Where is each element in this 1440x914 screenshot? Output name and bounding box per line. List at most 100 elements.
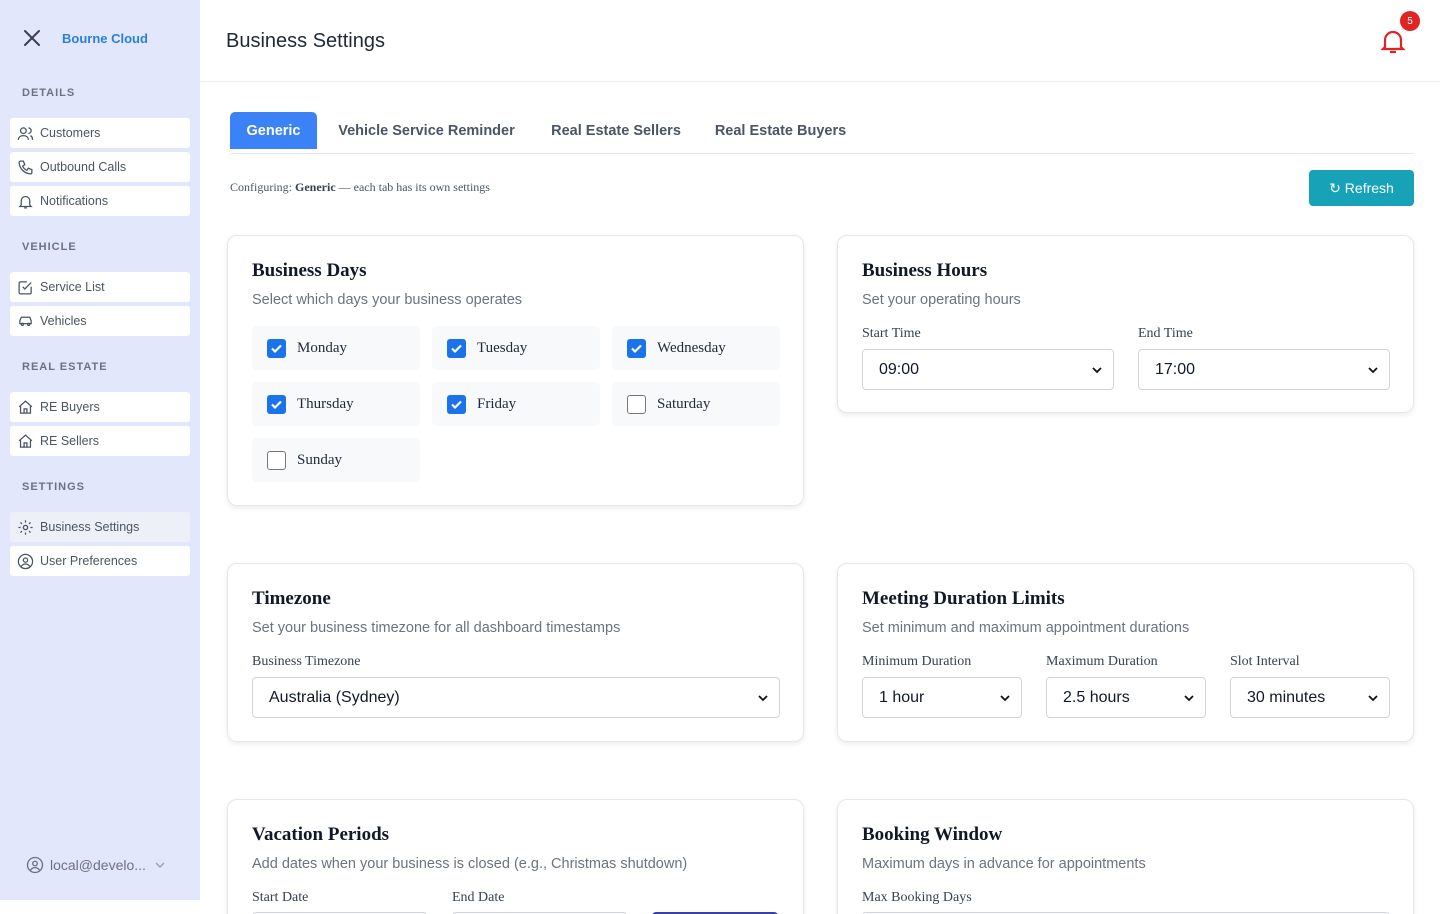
tab-real-estate-buyers[interactable]: Real Estate Buyers (713, 112, 848, 149)
business-days-card: Business Days Select which days your bus… (227, 235, 804, 506)
checkbox-unchecked[interactable] (627, 394, 646, 414)
checkbox-checked[interactable] (267, 338, 286, 358)
checkbox-checked[interactable] (627, 338, 646, 358)
sidebar-item-vehicles[interactable]: Vehicles (10, 306, 190, 336)
select-value: 30 minutes (1247, 688, 1326, 706)
sidebar-item-label: RE Buyers (40, 400, 100, 414)
day-sunday[interactable]: Sunday (252, 438, 420, 482)
select-value: 09:00 (879, 360, 920, 378)
card-subtitle: Add dates when your business is closed (… (252, 856, 688, 872)
day-saturday[interactable]: Saturday (612, 382, 780, 426)
sidebar-item-label: RE Sellers (40, 434, 100, 448)
chevron-down-icon (758, 695, 768, 702)
start-time-select[interactable]: 09:00 (862, 349, 1114, 390)
sidebar-item-label: Customers (40, 126, 101, 140)
slot-interval-select[interactable]: 30 minutes (1230, 677, 1390, 718)
chevron-down-icon (1368, 367, 1378, 374)
sidebar-item-label: Vehicles (40, 314, 87, 328)
select-value: 1 hour (879, 688, 925, 706)
day-tuesday[interactable]: Tuesday (432, 326, 600, 370)
notification-badge: 5 (1400, 11, 1420, 31)
booking-window-card: Booking Window Maximum days in advance f… (837, 799, 1414, 914)
card-subtitle: Set minimum and maximum appointment dura… (862, 620, 1190, 636)
section-vehicle: VEHICLE (22, 241, 77, 253)
sidebar-item-service-list[interactable]: Service List (10, 272, 190, 302)
select-value: 2.5 hours (1063, 688, 1130, 706)
card-title: Business Hours (862, 260, 988, 281)
user-circle-icon (17, 553, 34, 569)
sidebar-item-customers[interactable]: Customers (10, 118, 190, 148)
business-hours-card: Business Hours Set your operating hours … (837, 235, 1414, 413)
checkbox-checked[interactable] (447, 338, 466, 358)
timezone-label: Business Timezone (252, 654, 361, 669)
meeting-duration-card: Meeting Duration Limits Set minimum and … (837, 563, 1414, 742)
config-note: Configuring: Generic — each tab has its … (230, 180, 490, 195)
start-date-label: Start Date (252, 890, 309, 905)
day-friday[interactable]: Friday (432, 382, 600, 426)
tab-vehicle-service-reminder[interactable]: Vehicle Service Reminder (335, 112, 518, 149)
section-real-estate: REAL ESTATE (22, 361, 108, 373)
car-icon (19, 316, 32, 326)
end-date-label: End Date (452, 890, 505, 905)
tab-real-estate-sellers[interactable]: Real Estate Sellers (548, 112, 684, 149)
timezone-select[interactable]: Australia (Sydney) (252, 677, 780, 718)
max-duration-select[interactable]: 2.5 hours (1046, 677, 1206, 718)
chevron-down-icon (1184, 695, 1194, 702)
max-duration-label: Maximum Duration (1046, 654, 1158, 669)
slot-interval-label: Slot Interval (1230, 654, 1300, 669)
vacation-periods-card: Vacation Periods Add dates when your bus… (227, 799, 804, 914)
sidebar-item-business-settings[interactable]: Business Settings (10, 512, 190, 542)
close-icon[interactable] (22, 28, 42, 48)
timezone-card: Timezone Set your business timezone for … (227, 563, 804, 742)
page-title: Business Settings (226, 30, 385, 52)
end-time-select[interactable]: 17:00 (1138, 349, 1390, 390)
min-duration-select[interactable]: 1 hour (862, 677, 1022, 718)
bell-icon (18, 195, 33, 209)
sidebar-item-re-buyers[interactable]: RE Buyers (10, 392, 190, 422)
card-title: Business Days (252, 260, 367, 281)
sidebar-item-re-sellers[interactable]: RE Sellers (10, 426, 190, 456)
select-value: Australia (Sydney) (269, 688, 400, 706)
sidebar-item-label: User Preferences (40, 554, 138, 568)
sidebar-header: Bourne Cloud (22, 28, 148, 48)
chevron-down-icon (1000, 695, 1010, 702)
day-label: Friday (477, 395, 517, 412)
user-menu[interactable]: local@develo... (26, 856, 172, 874)
sidebar-item-user-preferences[interactable]: User Preferences (10, 546, 190, 576)
section-settings: SETTINGS (22, 481, 86, 493)
max-booking-days-label: Max Booking Days (862, 890, 972, 905)
config-prefix: Configuring: (230, 180, 292, 194)
checkbox-unchecked[interactable] (267, 450, 286, 470)
bell-icon[interactable] (1378, 26, 1408, 56)
start-time-label: Start Time (862, 326, 921, 341)
user-email: local@develo... (50, 857, 146, 873)
card-subtitle: Set your operating hours (862, 292, 1021, 308)
chevron-down-icon (155, 862, 165, 869)
user-circle-icon (26, 856, 44, 874)
sidebar-item-outbound-calls[interactable]: Outbound Calls (10, 152, 190, 182)
day-thursday[interactable]: Thursday (252, 382, 420, 426)
config-tab: Generic (295, 180, 336, 194)
card-title: Timezone (252, 588, 331, 609)
section-details: DETAILS (22, 87, 76, 99)
checkbox-checked[interactable] (447, 394, 466, 414)
refresh-button[interactable]: ↻ Refresh (1309, 170, 1414, 206)
users-icon (17, 126, 34, 140)
day-monday[interactable]: Monday (252, 326, 420, 370)
day-label: Thursday (297, 395, 354, 412)
day-label: Wednesday (657, 339, 726, 356)
checkbox-checked[interactable] (267, 394, 286, 414)
card-subtitle: Maximum days in advance for appointments (862, 856, 1146, 872)
tab-generic[interactable]: Generic (230, 112, 317, 149)
sidebar-item-notifications[interactable]: Notifications (10, 186, 190, 216)
day-wednesday[interactable]: Wednesday (612, 326, 780, 370)
end-time-label: End Time (1138, 326, 1193, 341)
brand-name: Bourne Cloud (62, 30, 148, 46)
day-label: Tuesday (477, 339, 528, 356)
checklist-icon (18, 280, 32, 295)
home-icon (18, 399, 33, 414)
sidebar-item-label: Business Settings (40, 520, 140, 534)
sidebar-item-label: Service List (40, 280, 105, 294)
settings-tabs: Generic Vehicle Service Reminder Real Es… (230, 112, 1414, 154)
chevron-down-icon (1092, 367, 1102, 374)
